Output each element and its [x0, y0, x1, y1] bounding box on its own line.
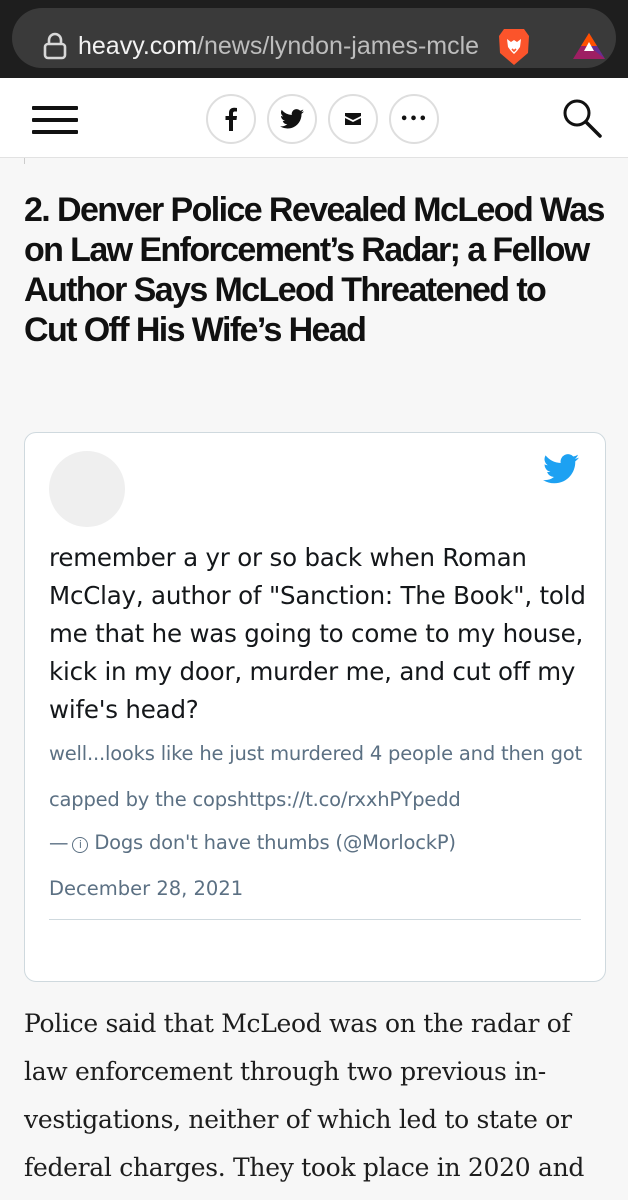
info-icon: i: [72, 837, 89, 853]
email-icon: [345, 113, 361, 125]
address-bar[interactable]: heavy.com/news/lyndon-james-mcle: [12, 8, 616, 68]
search-icon[interactable]: [562, 98, 602, 138]
facebook-share-button[interactable]: [206, 94, 256, 144]
article-paragraph: Police said that McLeod was on the radar…: [24, 1009, 585, 1182]
divider: [49, 919, 581, 920]
facebook-icon: [225, 107, 237, 131]
url-host: heavy.com: [78, 32, 198, 60]
browser-toolbar: heavy.com/news/lyndon-james-mcle: [0, 0, 628, 78]
brave-lion-icon[interactable]: [496, 27, 532, 67]
lock-icon[interactable]: [42, 32, 68, 60]
menu-icon[interactable]: [32, 106, 78, 134]
twitter-bird-icon[interactable]: [543, 453, 579, 485]
tweet-text: remember a yr or so back when Roman McCl…: [49, 543, 586, 724]
twitter-icon: [280, 109, 304, 129]
brave-rewards-icon[interactable]: [572, 32, 606, 60]
author-dash: —: [49, 831, 69, 854]
author-name: Dogs don't have thumbs (@MorlockP): [94, 831, 456, 854]
more-icon: •••: [400, 111, 428, 127]
tweet-author[interactable]: — i Dogs don't have thumbs (@MorlockP): [49, 823, 589, 863]
url-text[interactable]: heavy.com/news/lyndon-james-mcle: [78, 26, 482, 66]
url-path: /news/lyndon-james-mcle: [197, 32, 480, 60]
avatar[interactable]: [49, 451, 125, 527]
tweet-date[interactable]: December 28, 2021: [49, 869, 589, 909]
embedded-tweet[interactable]: remember a yr or so back when Roman McCl…: [24, 432, 606, 982]
site-header: •••: [0, 78, 628, 158]
article-subheading: 2. Denver Police Revealed McLeod Was on …: [24, 191, 605, 349]
twitter-share-button[interactable]: [267, 94, 317, 144]
divider: [24, 158, 604, 164]
more-share-button[interactable]: •••: [389, 94, 439, 144]
tweet-continuation: well...looks like he just murdered 4 peo…: [49, 742, 582, 811]
email-share-button[interactable]: [328, 94, 378, 144]
